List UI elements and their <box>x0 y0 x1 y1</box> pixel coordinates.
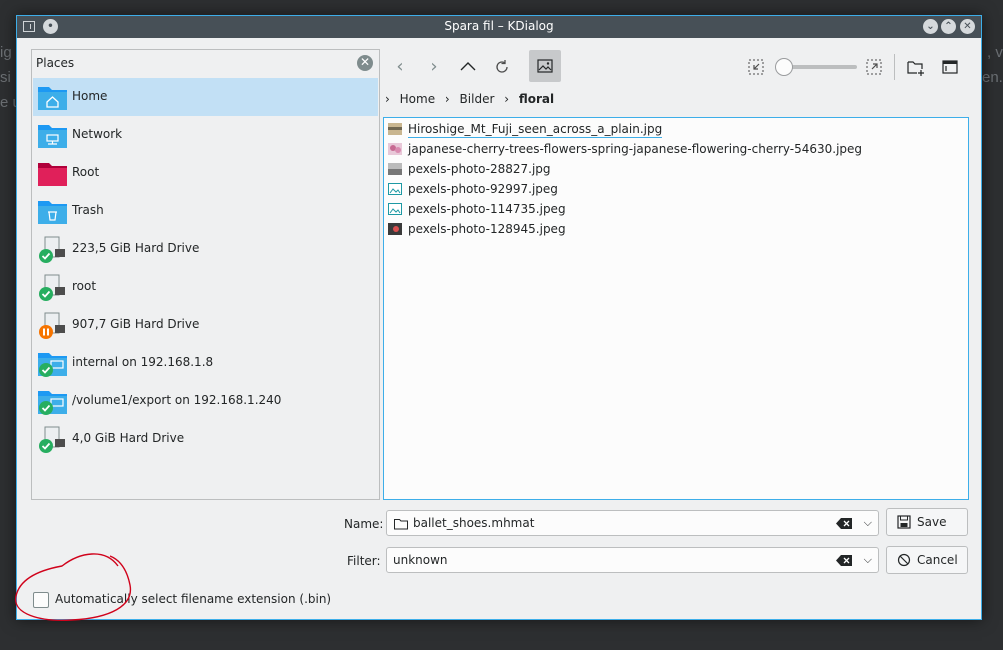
place-label: Trash <box>72 203 104 217</box>
network-share-mounted-icon <box>38 353 67 377</box>
save-dialog: • Spara fil – KDialog ⌄ ⌃ ✕ Places ✕ Hom… <box>16 15 982 620</box>
place-home[interactable]: Home <box>33 78 378 116</box>
save-icon <box>897 515 911 529</box>
titlebar[interactable]: • Spara fil – KDialog ⌄ ⌃ ✕ <box>17 16 981 38</box>
chevron-down-icon[interactable]: ⌵ <box>864 516 872 530</box>
filter-input[interactable]: unknown <box>393 553 448 567</box>
place-label: root <box>72 279 97 293</box>
place-label: Network <box>72 127 123 141</box>
up-folder-icon[interactable] <box>453 52 483 82</box>
preview-toggle-button[interactable] <box>529 50 561 82</box>
root-folder-icon <box>38 163 67 186</box>
background-text: ig <box>0 44 12 61</box>
zoom-in-icon[interactable] <box>859 52 889 82</box>
auto-extension-checkbox[interactable] <box>33 592 49 608</box>
place-network[interactable]: Network <box>33 116 378 154</box>
place-label: /volume1/export on 192.168.1.240 <box>72 393 282 407</box>
home-folder-icon <box>38 87 67 110</box>
place-label: 907,7 GiB Hard Drive <box>72 317 200 331</box>
place-label: 4,0 GiB Hard Drive <box>72 431 185 445</box>
place-volume-share[interactable]: /volume1/export on 192.168.1.240 <box>33 382 378 420</box>
file-name: pexels-photo-28827.jpg <box>408 162 551 176</box>
breadcrumb-bilder[interactable]: Bilder <box>460 92 495 106</box>
clear-text-icon[interactable] <box>836 555 852 566</box>
file-name: pexels-photo-92997.jpeg <box>408 182 558 196</box>
hard-drive-mounted-icon <box>39 236 65 263</box>
clear-text-icon[interactable] <box>836 518 852 529</box>
chevron-down-icon[interactable]: ⌵ <box>864 553 872 567</box>
breadcrumb-separator[interactable]: › <box>445 92 450 106</box>
breadcrumb-separator[interactable]: › <box>504 92 509 106</box>
file-name: Hiroshige_Mt_Fuji_seen_across_a_plain.jp… <box>408 122 663 138</box>
filter-label: Filter: <box>347 554 381 568</box>
places-header: Places ✕ <box>32 50 379 76</box>
place-label: internal on 192.168.1.8 <box>72 355 214 369</box>
folder-icon <box>394 519 408 530</box>
file-name: japanese-cherry-trees-flowers-spring-jap… <box>408 142 863 156</box>
auto-extension-label[interactable]: Automatically select filename extension … <box>55 592 331 606</box>
back-icon[interactable]: ‹ <box>385 52 415 82</box>
network-folder-icon <box>38 125 67 148</box>
options-menu-icon[interactable] <box>935 52 965 82</box>
image-thumb-icon <box>388 143 402 155</box>
new-folder-icon[interactable] <box>901 52 931 82</box>
hard-drive-mounted-icon <box>39 426 65 453</box>
place-trash[interactable]: Trash <box>33 192 378 230</box>
name-combobox[interactable]: ballet_shoes.mhmat ⌵ <box>386 510 879 536</box>
place-label: 223,5 GiB Hard Drive <box>72 241 200 255</box>
place-drive-4[interactable]: 4,0 GiB Hard Drive <box>33 420 378 458</box>
place-label: Home <box>72 89 108 103</box>
name-label: Name: <box>344 517 384 531</box>
cancel-button-label: Cancel <box>917 553 958 567</box>
cancel-icon <box>897 553 911 567</box>
file-name: pexels-photo-114735.jpeg <box>408 202 566 216</box>
image-preview-icon <box>537 59 553 73</box>
background-text: si <box>0 69 11 86</box>
window-title: Spara fil – KDialog <box>444 19 554 33</box>
reload-icon[interactable] <box>487 52 517 82</box>
breadcrumb-home[interactable]: Home <box>400 92 435 106</box>
place-root-drive[interactable]: root <box>33 268 378 306</box>
maximize-icon[interactable]: ⌃ <box>941 19 956 34</box>
zoom-slider-handle[interactable] <box>775 58 793 76</box>
hard-drive-paused-icon <box>39 312 65 339</box>
toolbar-separator <box>894 54 895 80</box>
close-places-icon[interactable]: ✕ <box>357 55 373 71</box>
background-text: , v <box>987 44 1003 61</box>
image-thumb-icon <box>388 123 402 135</box>
cancel-button[interactable]: Cancel <box>886 546 968 574</box>
breadcrumb-separator[interactable]: › <box>385 92 390 106</box>
image-thumb-icon <box>388 223 402 235</box>
breadcrumb: › Home › Bilder › floral <box>385 92 560 106</box>
image-file-icon <box>388 203 402 215</box>
background-text: en. <box>982 69 1003 86</box>
close-icon[interactable]: ✕ <box>960 19 975 34</box>
image-file-icon <box>388 183 402 195</box>
place-root[interactable]: Root <box>33 154 378 192</box>
place-internal-share[interactable]: internal on 192.168.1.8 <box>33 344 378 382</box>
filter-combobox[interactable]: unknown ⌵ <box>386 547 879 573</box>
save-button[interactable]: Save <box>886 508 968 536</box>
name-input[interactable]: ballet_shoes.mhmat <box>413 516 534 530</box>
hard-drive-mounted-icon <box>39 274 65 301</box>
zoom-out-icon[interactable] <box>741 52 771 82</box>
minimize-icon[interactable]: ⌄ <box>923 19 938 34</box>
network-share-mounted-icon <box>38 391 67 415</box>
forward-icon[interactable]: › <box>419 52 449 82</box>
places-title: Places <box>36 56 75 70</box>
place-drive-223[interactable]: 223,5 GiB Hard Drive <box>33 230 378 268</box>
breadcrumb-floral[interactable]: floral <box>519 92 554 106</box>
file-list[interactable]: Hiroshige_Mt_Fuji_seen_across_a_plain.jp… <box>383 117 969 500</box>
place-drive-907[interactable]: 907,7 GiB Hard Drive <box>33 306 378 344</box>
file-name: pexels-photo-128945.jpeg <box>408 222 566 236</box>
trash-folder-icon <box>38 201 67 224</box>
place-label: Root <box>72 165 100 179</box>
places-panel: Places ✕ Home Network Root Trash 223,5 G… <box>31 49 380 500</box>
save-button-label: Save <box>917 515 947 529</box>
image-thumb-icon <box>388 163 402 175</box>
